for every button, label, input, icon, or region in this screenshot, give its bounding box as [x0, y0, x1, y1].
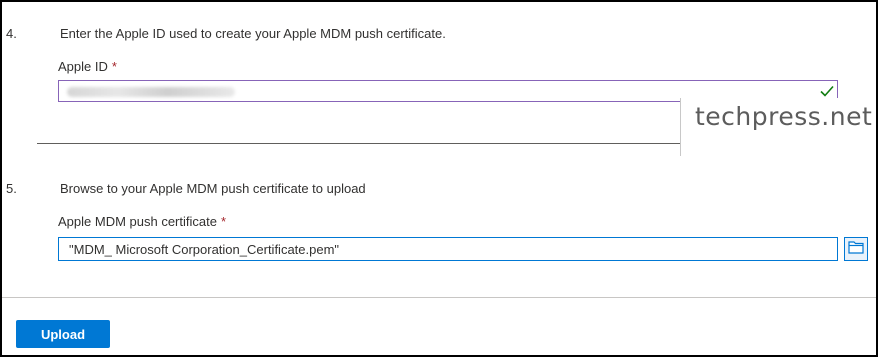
certificate-label-text: Apple MDM push certificate: [58, 214, 217, 229]
step-4-number: 4.: [6, 26, 17, 41]
watermark-divider: [680, 98, 681, 156]
footer-divider: [2, 297, 876, 298]
required-marker: *: [220, 214, 227, 229]
browse-button[interactable]: [844, 237, 868, 261]
redacted-apple-id-value: [67, 87, 235, 97]
section-divider: [37, 143, 680, 144]
apple-id-label-text: Apple ID: [58, 59, 108, 74]
upload-certificate-panel: 4. Enter the Apple ID used to create you…: [0, 0, 878, 357]
apple-id-label: Apple ID *: [58, 59, 117, 74]
watermark: techpress.net: [695, 102, 873, 131]
certificate-file-input[interactable]: "MDM_ Microsoft Corporation_Certificate.…: [58, 237, 838, 261]
required-marker: *: [111, 59, 117, 74]
upload-button[interactable]: Upload: [16, 320, 110, 348]
step-5-instruction: Browse to your Apple MDM push certificat…: [60, 181, 366, 196]
step-5-number: 5.: [6, 181, 17, 196]
certificate-label: Apple MDM push certificate *: [58, 214, 226, 229]
step-4-instruction: Enter the Apple ID used to create your A…: [60, 26, 446, 41]
watermark-area: techpress.net: [680, 98, 876, 156]
folder-icon: [848, 240, 864, 259]
checkmark-icon: [819, 83, 835, 99]
